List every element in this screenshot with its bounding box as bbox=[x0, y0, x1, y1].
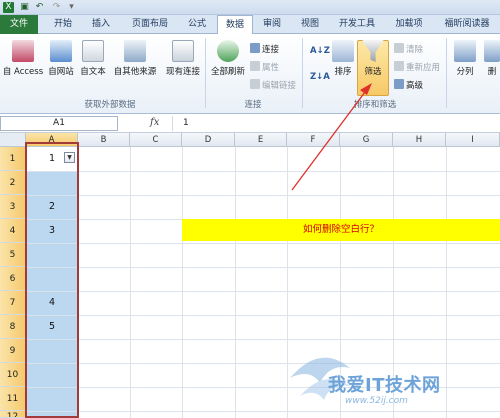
arrow-line bbox=[291, 87, 369, 191]
watermark-text: 我爱IT技术网 bbox=[328, 375, 441, 396]
arrow-head bbox=[360, 83, 372, 95]
watermark-url: www.52ij.com bbox=[345, 396, 408, 406]
